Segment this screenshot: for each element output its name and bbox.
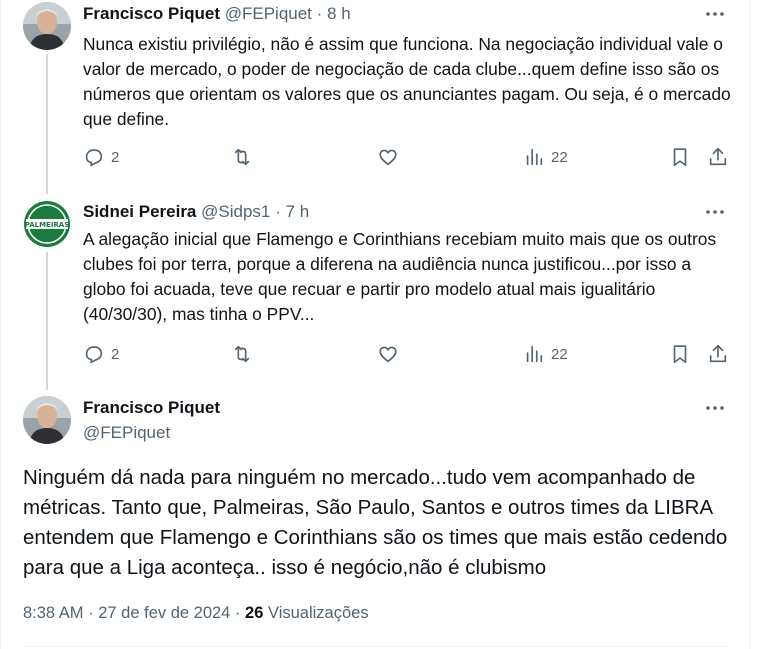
bookmark-icon <box>673 148 687 167</box>
views-icon <box>526 345 543 363</box>
retweet-button[interactable] <box>231 145 253 169</box>
separator: · <box>275 202 281 221</box>
reply-count: 2 <box>111 148 120 166</box>
reply-button[interactable]: 2 <box>83 145 119 169</box>
author-handle[interactable]: @Sidps1 <box>201 202 270 221</box>
main-tweet-text: Ninguém dá nada para ninguém no mercado.… <box>23 466 728 579</box>
author-name[interactable]: Sidnei Pereira <box>83 202 196 221</box>
views-count: 26 <box>245 604 264 622</box>
tweet-text: Nunca existiu privilégio, não é assim qu… <box>83 34 731 129</box>
views-button[interactable]: 22 <box>523 145 568 169</box>
tweet-header: Francisco Piquet @FEPiquet · 8 h <box>83 4 351 24</box>
separator: · <box>234 604 241 622</box>
more-icon[interactable] <box>703 398 727 418</box>
bookmark-button[interactable] <box>669 145 691 169</box>
more-icon[interactable] <box>703 4 727 24</box>
retweet-button[interactable] <box>231 342 253 366</box>
tweet-meta: 8:38 AM · 27 de fev de 2024 · 26 Visuali… <box>23 604 369 623</box>
avatar-text: PALMEIRAS <box>25 221 70 229</box>
author-handle[interactable]: @FEPiquet <box>83 423 170 443</box>
reply-count: 2 <box>111 345 120 363</box>
divider <box>23 646 727 647</box>
tweet-thread: Francisco Piquet @FEPiquet · 8 h Nunca e… <box>0 0 750 649</box>
tweet-actions: 2 22 <box>83 342 731 366</box>
separator: · <box>88 604 94 622</box>
reply-icon <box>85 149 103 167</box>
post-time[interactable]: 8:38 AM <box>23 604 84 622</box>
reply-icon <box>85 346 103 364</box>
like-icon <box>379 149 397 166</box>
thread-line <box>46 252 48 390</box>
author-name[interactable]: Francisco Piquet <box>83 398 220 418</box>
like-icon <box>379 346 397 363</box>
avatar[interactable] <box>23 2 71 50</box>
share-icon <box>709 147 727 166</box>
timestamp[interactable]: 7 h <box>286 202 310 221</box>
reply-button[interactable]: 2 <box>83 342 119 366</box>
post-date[interactable]: 27 de fev de 2024 <box>98 604 230 622</box>
views-label: Visualizações <box>268 604 369 622</box>
tweet-text: A alegação inicial que Flamengo e Corint… <box>83 229 717 324</box>
separator: · <box>316 4 323 23</box>
timestamp[interactable]: 8 h <box>327 4 351 23</box>
bookmark-icon <box>673 345 687 364</box>
retweet-icon <box>234 345 250 363</box>
bookmark-button[interactable] <box>669 342 691 366</box>
author-name[interactable]: Francisco Piquet <box>83 4 220 23</box>
views-icon <box>526 148 543 166</box>
views-count: 22 <box>551 345 568 363</box>
share-button[interactable] <box>707 145 729 169</box>
share-icon <box>709 344 727 363</box>
like-button[interactable] <box>377 145 399 169</box>
author-handle[interactable]: @FEPiquet <box>225 4 312 23</box>
tweet-header: Sidnei Pereira @Sidps1 · 7 h <box>83 202 309 222</box>
like-button[interactable] <box>377 342 399 366</box>
more-icon[interactable] <box>703 202 727 222</box>
avatar[interactable]: PALMEIRAS <box>23 200 71 248</box>
views-button[interactable]: 22 <box>523 342 568 366</box>
share-button[interactable] <box>707 342 729 366</box>
tweet-actions: 2 22 <box>83 145 731 169</box>
avatar[interactable] <box>23 396 71 444</box>
thread-line <box>46 54 48 194</box>
views-count: 22 <box>551 148 568 166</box>
retweet-icon <box>234 148 250 166</box>
